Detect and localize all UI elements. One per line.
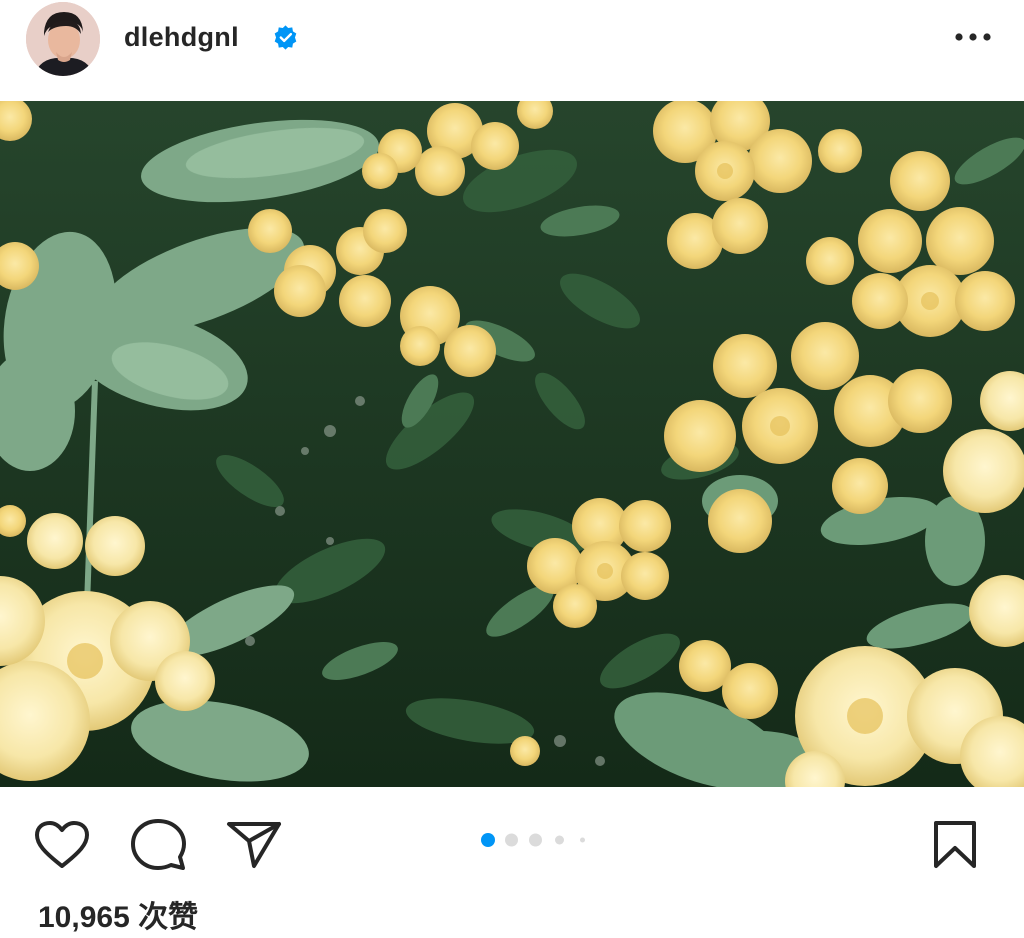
post-header: dlehdgnl bbox=[0, 0, 1024, 100]
carousel-indicator bbox=[480, 832, 600, 848]
carousel-dot bbox=[554, 835, 564, 845]
verified-badge-icon bbox=[274, 25, 297, 50]
yellow-roses-image bbox=[0, 101, 1024, 787]
carousel-dot bbox=[579, 837, 585, 843]
bookmark-icon[interactable] bbox=[932, 820, 978, 870]
comment-bubble-icon[interactable] bbox=[130, 818, 186, 872]
more-options-icon[interactable] bbox=[948, 22, 998, 52]
heart-icon[interactable] bbox=[34, 820, 90, 870]
paper-plane-icon[interactable] bbox=[226, 820, 282, 870]
carousel-dot-active bbox=[481, 833, 495, 847]
avatar[interactable] bbox=[26, 2, 100, 76]
likes-count[interactable]: 10,965 次赞 bbox=[38, 900, 198, 936]
carousel-dot bbox=[528, 833, 542, 847]
username[interactable]: dlehdgnl bbox=[124, 20, 239, 54]
carousel-dot bbox=[504, 833, 518, 847]
post-photo[interactable] bbox=[0, 101, 1024, 787]
avatar-image bbox=[26, 2, 100, 76]
